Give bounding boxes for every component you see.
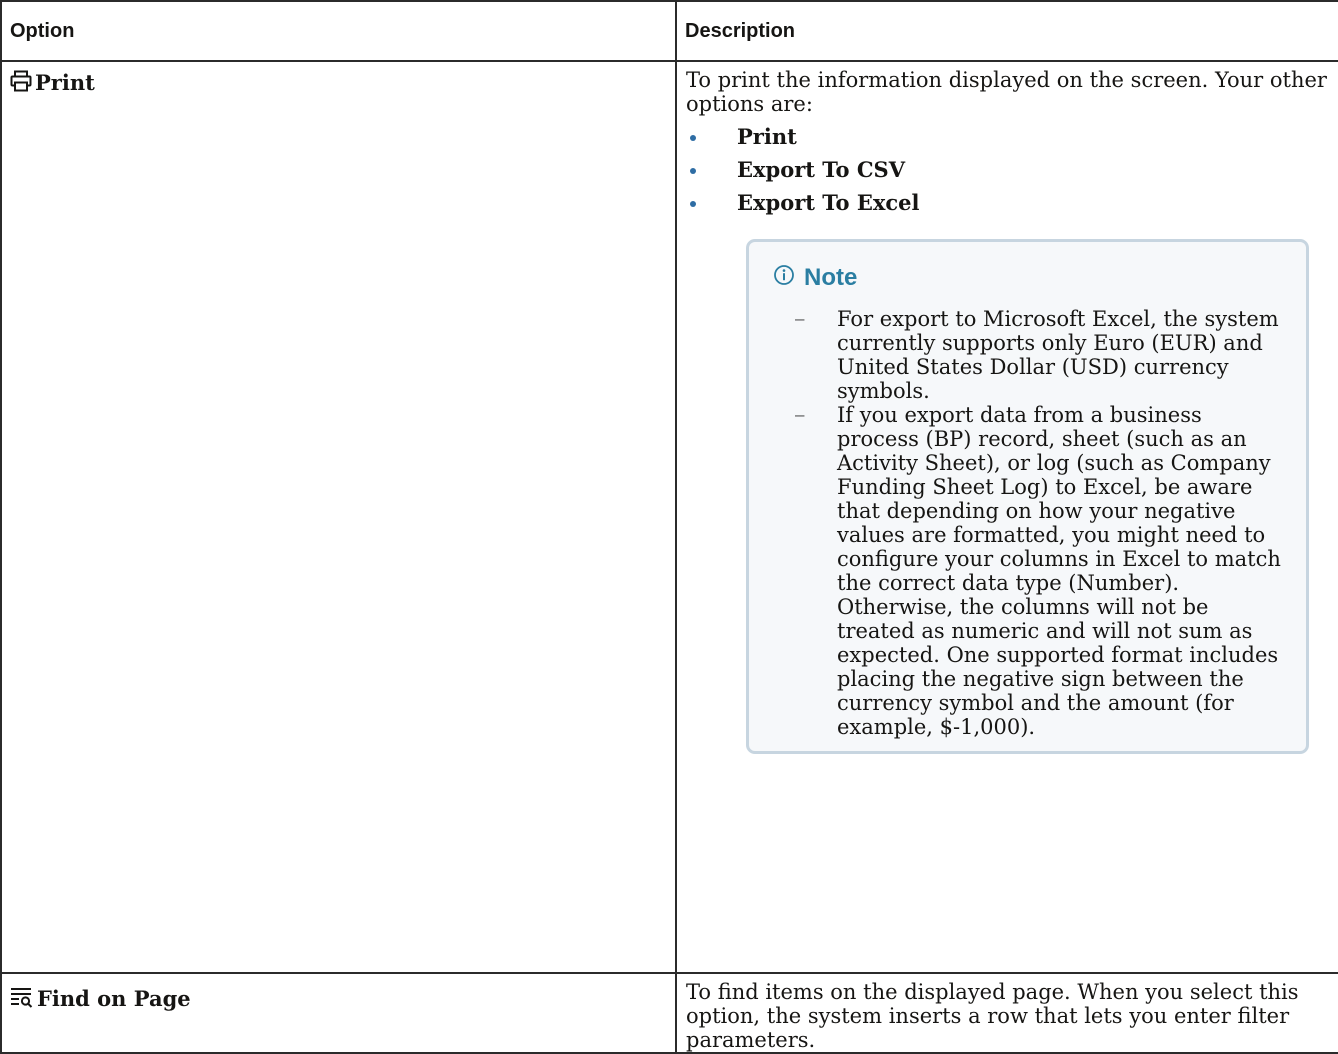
note-box: Note For export to Microsoft Excel, the … — [746, 239, 1309, 754]
header-option: Option — [0, 0, 677, 62]
table-header-row: Option Description — [0, 0, 1338, 62]
options-table: Option Description Print To print the in… — [0, 0, 1338, 1054]
info-icon — [773, 264, 795, 291]
printer-icon — [10, 70, 32, 97]
table-row-find-on-page: Find on Page To find items on the displa… — [0, 972, 1338, 1054]
other-options-list: Print Export To CSV Export To Excel — [686, 125, 1330, 224]
list-item: Print — [686, 125, 1330, 158]
option-label-find-on-page: Find on Page — [37, 986, 191, 1011]
note-header: Note — [773, 264, 1286, 291]
description-cell-print: To print the information displayed on th… — [675, 60, 1338, 974]
option-label-print: Print — [35, 70, 95, 95]
list-item: Export To Excel — [686, 191, 1330, 224]
option-cell-print: Print — [0, 60, 677, 974]
description-print: To print the information displayed on th… — [686, 68, 1327, 116]
header-description: Description — [675, 0, 1338, 62]
note-item: If you export data from a business proce… — [773, 403, 1286, 739]
note-title: Note — [804, 263, 858, 291]
list-item: Export To CSV — [686, 158, 1330, 191]
description-cell-find-on-page: To find items on the displayed page. Whe… — [675, 972, 1338, 1054]
table-row-print: Print To print the information displayed… — [0, 60, 1338, 974]
note-list: For export to Microsoft Excel, the syste… — [773, 307, 1286, 739]
option-cell-find-on-page: Find on Page — [0, 972, 677, 1054]
find-on-page-icon — [10, 986, 34, 1013]
note-item: For export to Microsoft Excel, the syste… — [773, 307, 1286, 403]
